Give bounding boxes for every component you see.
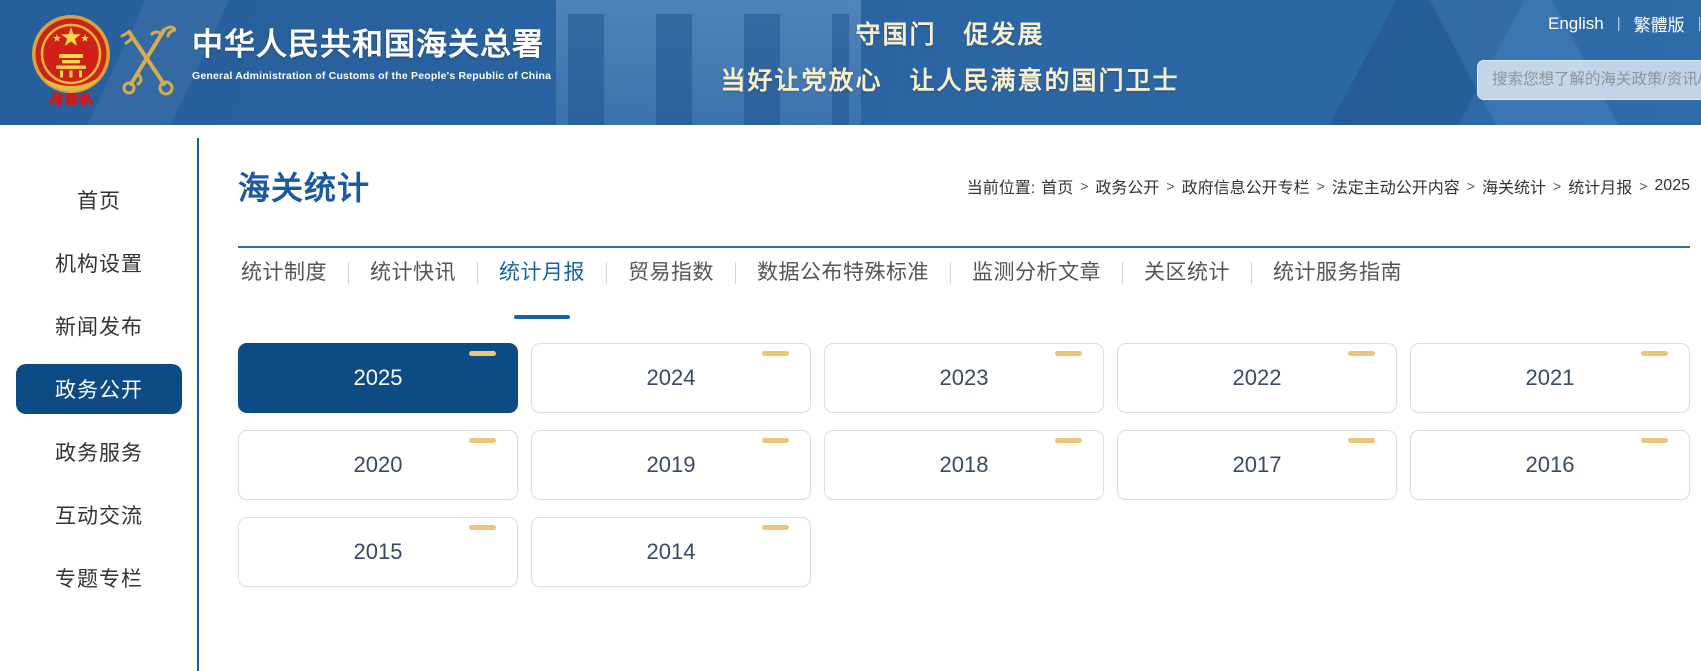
search-input[interactable] — [1477, 60, 1701, 100]
header-slogans: 守国门 促发展 当好让党放心 让人民满意的国门卫士 — [690, 15, 1210, 97]
year-label: 2017 — [1233, 452, 1282, 478]
breadcrumb: 当前位置: 首页 > 政务公开 > 政府信息公开专栏 > 法定主动公开内容 > … — [967, 174, 1690, 198]
page-header-row: 海关统计 当前位置: 首页 > 政务公开 > 政府信息公开专栏 > 法定主动公开… — [238, 125, 1690, 248]
year-label: 2025 — [354, 365, 403, 391]
gold-dash-icon — [762, 438, 789, 443]
gold-dash-icon — [762, 351, 789, 356]
year-label: 2022 — [1233, 365, 1282, 391]
breadcrumb-separator: > — [1467, 178, 1475, 194]
year-card-2014[interactable]: 2014 — [531, 517, 811, 587]
lang-separator: | — [1617, 15, 1621, 32]
gold-dash-icon — [469, 351, 496, 356]
breadcrumb-monthly-report[interactable]: 统计月报 — [1568, 174, 1632, 198]
year-label: 2016 — [1526, 452, 1575, 478]
tab-statistics-system[interactable]: 统计制度 — [220, 260, 348, 286]
year-label: 2014 — [647, 539, 696, 565]
gold-dash-icon — [1641, 351, 1668, 356]
tab-monthly-report[interactable]: 统计月报 — [478, 260, 606, 286]
year-label: 2024 — [647, 365, 696, 391]
breadcrumb-customs-statistics[interactable]: 海关统计 — [1482, 174, 1546, 198]
breadcrumb-current-2025: 2025 — [1654, 177, 1690, 195]
tab-trade-index[interactable]: 贸易指数 — [607, 260, 735, 286]
year-card-2023[interactable]: 2023 — [824, 343, 1104, 413]
year-card-2019[interactable]: 2019 — [531, 430, 811, 500]
breadcrumb-separator: > — [1166, 178, 1174, 194]
year-label: 2023 — [940, 365, 989, 391]
year-label: 2021 — [1526, 365, 1575, 391]
year-card-2020[interactable]: 2020 — [238, 430, 518, 500]
site-header: 中华人民共和国海关总署 General Administration of Cu… — [0, 0, 1701, 125]
year-card-2017[interactable]: 2017 — [1117, 430, 1397, 500]
national-emblem-icon — [30, 12, 112, 114]
gold-dash-icon — [1348, 351, 1375, 356]
gold-dash-icon — [1055, 438, 1082, 443]
site-title-en: General Administration of Customs of the… — [192, 70, 551, 82]
sidebar-item-gov-services[interactable]: 政务服务 — [16, 427, 182, 477]
tab-district-statistics[interactable]: 关区统计 — [1123, 260, 1251, 286]
year-card-2016[interactable]: 2016 — [1410, 430, 1690, 500]
sidebar-nav: 首页 机构设置 新闻发布 政务公开 政务服务 互动交流 专题专栏 — [0, 125, 198, 671]
year-card-2024[interactable]: 2024 — [531, 343, 811, 413]
year-card-2018[interactable]: 2018 — [824, 430, 1104, 500]
lang-link-traditional[interactable]: 繁體版 — [1634, 11, 1685, 36]
site-title-zh: 中华人民共和国海关总署 — [192, 26, 551, 64]
sidebar-item-interaction[interactable]: 互动交流 — [16, 490, 182, 540]
language-bar: English | 繁體版 | — [1548, 11, 1701, 36]
breadcrumb-separator: > — [1553, 178, 1561, 194]
gold-dash-icon — [469, 525, 496, 530]
gold-dash-icon — [1348, 438, 1375, 443]
slogan-line-2: 当好让党放心 让人民满意的国门卫士 — [690, 61, 1210, 97]
sidebar-item-news[interactable]: 新闻发布 — [16, 301, 182, 351]
year-label: 2019 — [647, 452, 696, 478]
gold-dash-icon — [1641, 438, 1668, 443]
year-card-grid: 2025 2024 2023 2022 2021 2020 2019 2018 … — [238, 343, 1690, 587]
year-label: 2015 — [354, 539, 403, 565]
breadcrumb-gov-disclosure[interactable]: 政务公开 — [1095, 174, 1159, 198]
breadcrumb-statutory-content[interactable]: 法定主动公开内容 — [1332, 174, 1460, 198]
year-card-2022[interactable]: 2022 — [1117, 343, 1397, 413]
gold-dash-icon — [762, 525, 789, 530]
breadcrumb-separator: > — [1639, 178, 1647, 194]
sidebar-item-home[interactable]: 首页 — [16, 175, 182, 225]
main-content: 海关统计 当前位置: 首页 > 政务公开 > 政府信息公开专栏 > 法定主动公开… — [198, 125, 1701, 671]
year-card-2015[interactable]: 2015 — [238, 517, 518, 587]
site-logo[interactable]: 中华人民共和国海关总署 General Administration of Cu… — [30, 12, 551, 114]
year-label: 2020 — [354, 452, 403, 478]
site-title-block: 中华人民共和国海关总署 General Administration of Cu… — [192, 26, 551, 82]
breadcrumb-label: 当前位置: — [967, 174, 1035, 198]
year-card-2021[interactable]: 2021 — [1410, 343, 1690, 413]
section-tabs: 统计制度 统计快讯 统计月报 贸易指数 数据公布特殊标准 监测分析文章 关区统计… — [220, 260, 1690, 286]
customs-emblem-icon — [118, 22, 176, 102]
gold-dash-icon — [1055, 351, 1082, 356]
gold-dash-icon — [469, 438, 496, 443]
tab-statistics-express[interactable]: 统计快讯 — [349, 260, 477, 286]
breadcrumb-separator: > — [1080, 178, 1088, 194]
breadcrumb-home[interactable]: 首页 — [1041, 174, 1073, 198]
year-label: 2018 — [940, 452, 989, 478]
sidebar-item-special-topics[interactable]: 专题专栏 — [16, 553, 182, 603]
slogan-line-1: 守国门 促发展 — [690, 15, 1210, 51]
breadcrumb-info-disclosure[interactable]: 政府信息公开专栏 — [1182, 174, 1310, 198]
tab-special-data-standards[interactable]: 数据公布特殊标准 — [736, 260, 950, 286]
lang-link-english[interactable]: English — [1548, 14, 1604, 34]
breadcrumb-separator: > — [1317, 178, 1325, 194]
sidebar-item-gov-disclosure[interactable]: 政务公开 — [16, 364, 182, 414]
tab-statistics-service-guide[interactable]: 统计服务指南 — [1252, 260, 1423, 286]
page-title: 海关统计 — [238, 163, 370, 209]
sidebar-item-organization[interactable]: 机构设置 — [16, 238, 182, 288]
tab-monitoring-analysis[interactable]: 监测分析文章 — [951, 260, 1122, 286]
year-card-2025[interactable]: 2025 — [238, 343, 518, 413]
